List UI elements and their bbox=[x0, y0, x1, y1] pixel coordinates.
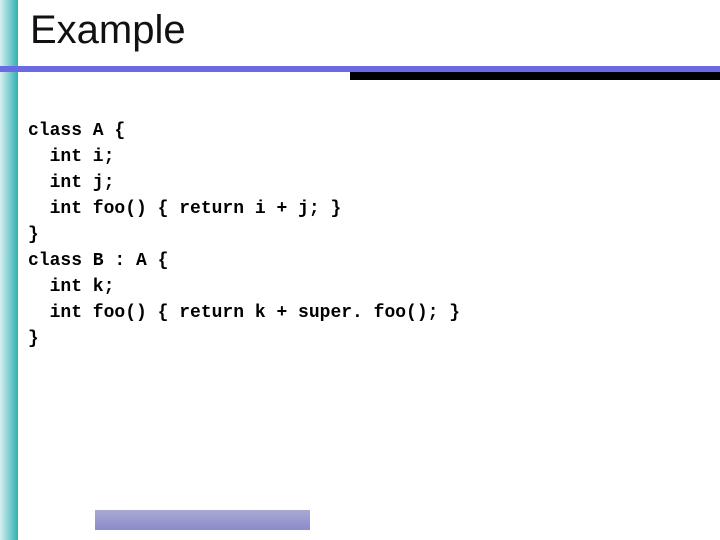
code-line: } bbox=[28, 225, 39, 245]
code-line: class A { bbox=[28, 121, 125, 141]
title-underline bbox=[0, 66, 720, 80]
left-accent-strip bbox=[0, 0, 18, 540]
underline-shadow bbox=[350, 72, 720, 80]
code-line: } bbox=[28, 329, 39, 349]
code-block: class A { int i; int j; int foo() { retu… bbox=[28, 92, 460, 378]
code-line: int k; bbox=[28, 277, 114, 297]
code-line: int i; bbox=[28, 147, 114, 167]
code-line: class B : A { bbox=[28, 251, 168, 271]
slide: Example class A { int i; int j; int foo(… bbox=[0, 0, 720, 540]
code-line: int foo() { return k + super. foo(); } bbox=[28, 303, 460, 323]
slide-title: Example bbox=[30, 8, 186, 53]
code-line: int foo() { return i + j; } bbox=[28, 199, 341, 219]
footer-accent-bar bbox=[95, 510, 310, 530]
code-line: int j; bbox=[28, 173, 114, 193]
